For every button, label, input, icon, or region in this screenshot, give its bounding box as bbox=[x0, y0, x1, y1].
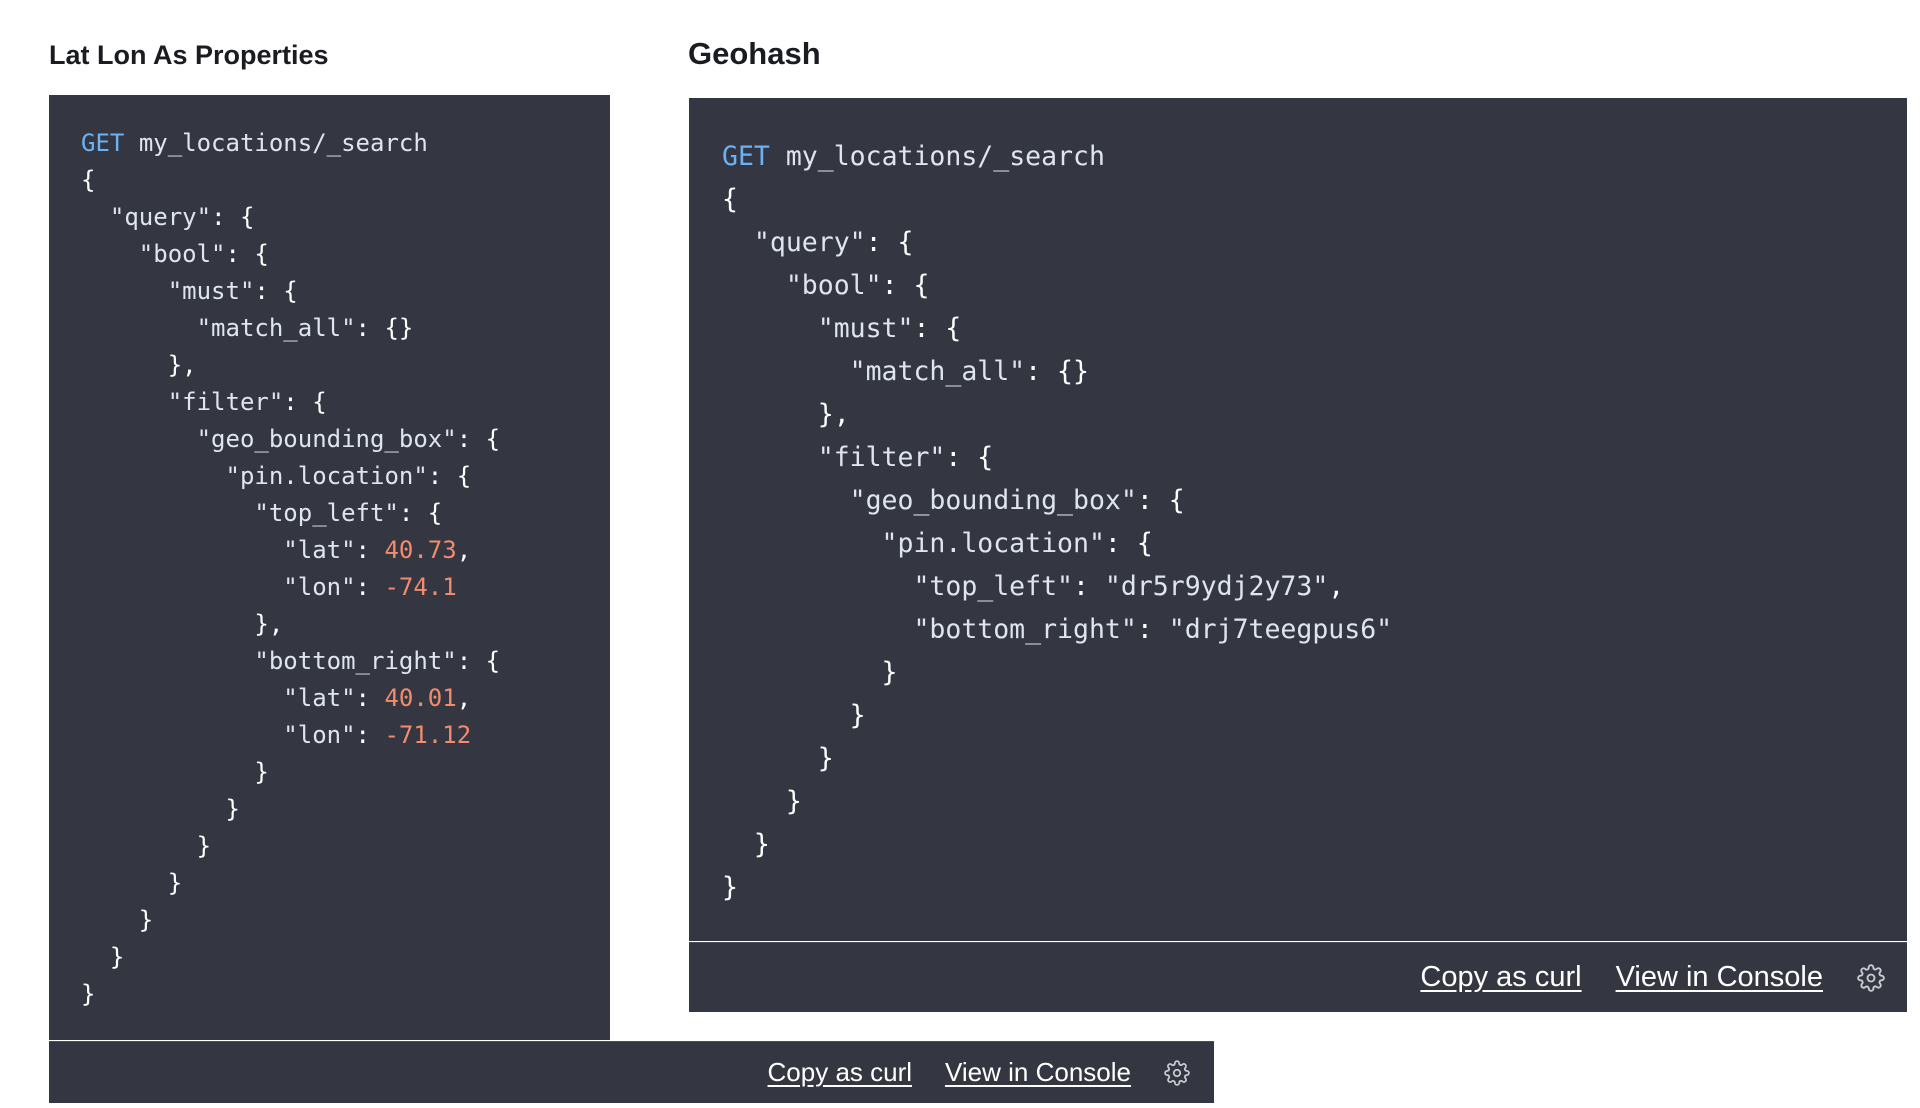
request-path: my_locations/_search bbox=[138, 129, 428, 157]
copy-as-curl-link[interactable]: Copy as curl bbox=[1420, 961, 1581, 994]
code-line: } bbox=[81, 980, 96, 1008]
code-punct: : { bbox=[225, 240, 269, 268]
json-key: "bool" bbox=[785, 270, 882, 301]
request-method: GET bbox=[722, 141, 770, 172]
json-key: "bool" bbox=[138, 240, 226, 268]
code-line: } bbox=[167, 869, 183, 897]
code-line: } bbox=[785, 786, 802, 817]
code-line: { bbox=[722, 184, 738, 215]
json-key: "must" bbox=[817, 313, 914, 344]
code-punct: : bbox=[355, 721, 385, 749]
code-line: } bbox=[138, 906, 154, 934]
code-line: } bbox=[225, 795, 240, 823]
code-line: { bbox=[81, 166, 96, 194]
json-key: "query" bbox=[109, 203, 212, 231]
code-punct: : { bbox=[1136, 485, 1185, 516]
code-text: GET my_locations/_search { "query": { "b… bbox=[81, 125, 500, 1013]
code-actions-bar-geohash: Copy as curl View in Console bbox=[689, 942, 1907, 1012]
code-punct: : { bbox=[456, 425, 501, 453]
code-line: } bbox=[196, 832, 212, 860]
json-key: "match_all" bbox=[196, 314, 356, 342]
json-key: "must" bbox=[167, 277, 255, 305]
code-line: } bbox=[881, 657, 898, 688]
code-punct: : { bbox=[945, 442, 994, 473]
code-punct: : { bbox=[881, 270, 930, 301]
code-line: }, bbox=[254, 610, 284, 638]
json-key: "pin.location" bbox=[225, 462, 428, 490]
view-in-console-link[interactable]: View in Console bbox=[1616, 961, 1823, 994]
json-key: "filter" bbox=[817, 442, 946, 473]
json-key: "lon" bbox=[283, 573, 356, 601]
code-punct: : { bbox=[427, 462, 472, 490]
code-punct: : {} bbox=[1025, 356, 1089, 387]
json-key: "bottom_right" bbox=[913, 614, 1137, 645]
code-punct: : bbox=[355, 684, 385, 712]
code-line: } bbox=[722, 872, 738, 903]
code-line: } bbox=[817, 743, 834, 774]
json-key: "pin.location" bbox=[881, 528, 1105, 559]
json-key: "filter" bbox=[167, 388, 284, 416]
gear-icon[interactable] bbox=[1164, 1059, 1190, 1086]
code-line: } bbox=[753, 829, 770, 860]
code-line: } bbox=[254, 758, 269, 786]
json-key: "lat" bbox=[283, 684, 356, 712]
request-method: GET bbox=[81, 129, 125, 157]
code-actions-bar-lat-lon: Copy as curl View in Console bbox=[49, 1041, 1214, 1103]
json-key: "query" bbox=[753, 227, 866, 258]
code-line: } bbox=[109, 943, 125, 971]
code-punct: : { bbox=[456, 647, 501, 675]
example-heading-lat-lon: Lat Lon As Properties bbox=[49, 40, 329, 70]
json-number: 40.01 bbox=[384, 684, 457, 712]
code-punct: : bbox=[355, 536, 385, 564]
code-punct: : { bbox=[398, 499, 443, 527]
json-number: -74.1 bbox=[384, 573, 457, 601]
json-key: "match_all" bbox=[849, 356, 1026, 387]
code-line: }, bbox=[817, 399, 850, 430]
json-key: "bottom_right" bbox=[254, 647, 457, 675]
gear-icon[interactable] bbox=[1857, 963, 1885, 992]
code-punct: , bbox=[456, 536, 472, 564]
code-punct: : { bbox=[865, 227, 914, 258]
code-punct: : bbox=[1073, 571, 1105, 602]
code-line: } bbox=[849, 700, 866, 731]
code-line: }, bbox=[167, 351, 197, 379]
request-path: my_locations/_search bbox=[785, 141, 1105, 172]
code-punct: , bbox=[1328, 571, 1345, 602]
json-string: "drj7teegpus6" bbox=[1168, 614, 1393, 645]
code-punct: : { bbox=[211, 203, 255, 231]
code-punct: : { bbox=[254, 277, 298, 305]
code-punct: : bbox=[355, 573, 385, 601]
json-number: 40.73 bbox=[384, 536, 457, 564]
json-number: -71.12 bbox=[384, 721, 472, 749]
code-punct: : { bbox=[283, 388, 327, 416]
code-text: GET my_locations/_search { "query": { "b… bbox=[722, 135, 1392, 909]
code-block-geohash: GET my_locations/_search { "query": { "b… bbox=[689, 98, 1907, 941]
json-key: "top_left" bbox=[913, 571, 1073, 602]
view-in-console-link[interactable]: View in Console bbox=[945, 1057, 1131, 1088]
copy-as-curl-link[interactable]: Copy as curl bbox=[768, 1057, 913, 1088]
json-key: "lon" bbox=[283, 721, 356, 749]
code-punct: : { bbox=[1104, 528, 1153, 559]
code-punct: , bbox=[456, 684, 472, 712]
example-heading-geohash: Geohash bbox=[688, 36, 821, 71]
json-key: "geo_bounding_box" bbox=[849, 485, 1137, 516]
json-key: "geo_bounding_box" bbox=[196, 425, 457, 453]
json-key: "lat" bbox=[283, 536, 356, 564]
code-punct: : bbox=[1136, 614, 1169, 645]
json-string: "dr5r9ydj2y73" bbox=[1104, 571, 1329, 602]
json-key: "top_left" bbox=[254, 499, 399, 527]
code-punct: : {} bbox=[355, 314, 414, 342]
code-punct: : { bbox=[913, 313, 962, 344]
code-block-lat-lon: GET my_locations/_search { "query": { "b… bbox=[49, 95, 610, 1040]
